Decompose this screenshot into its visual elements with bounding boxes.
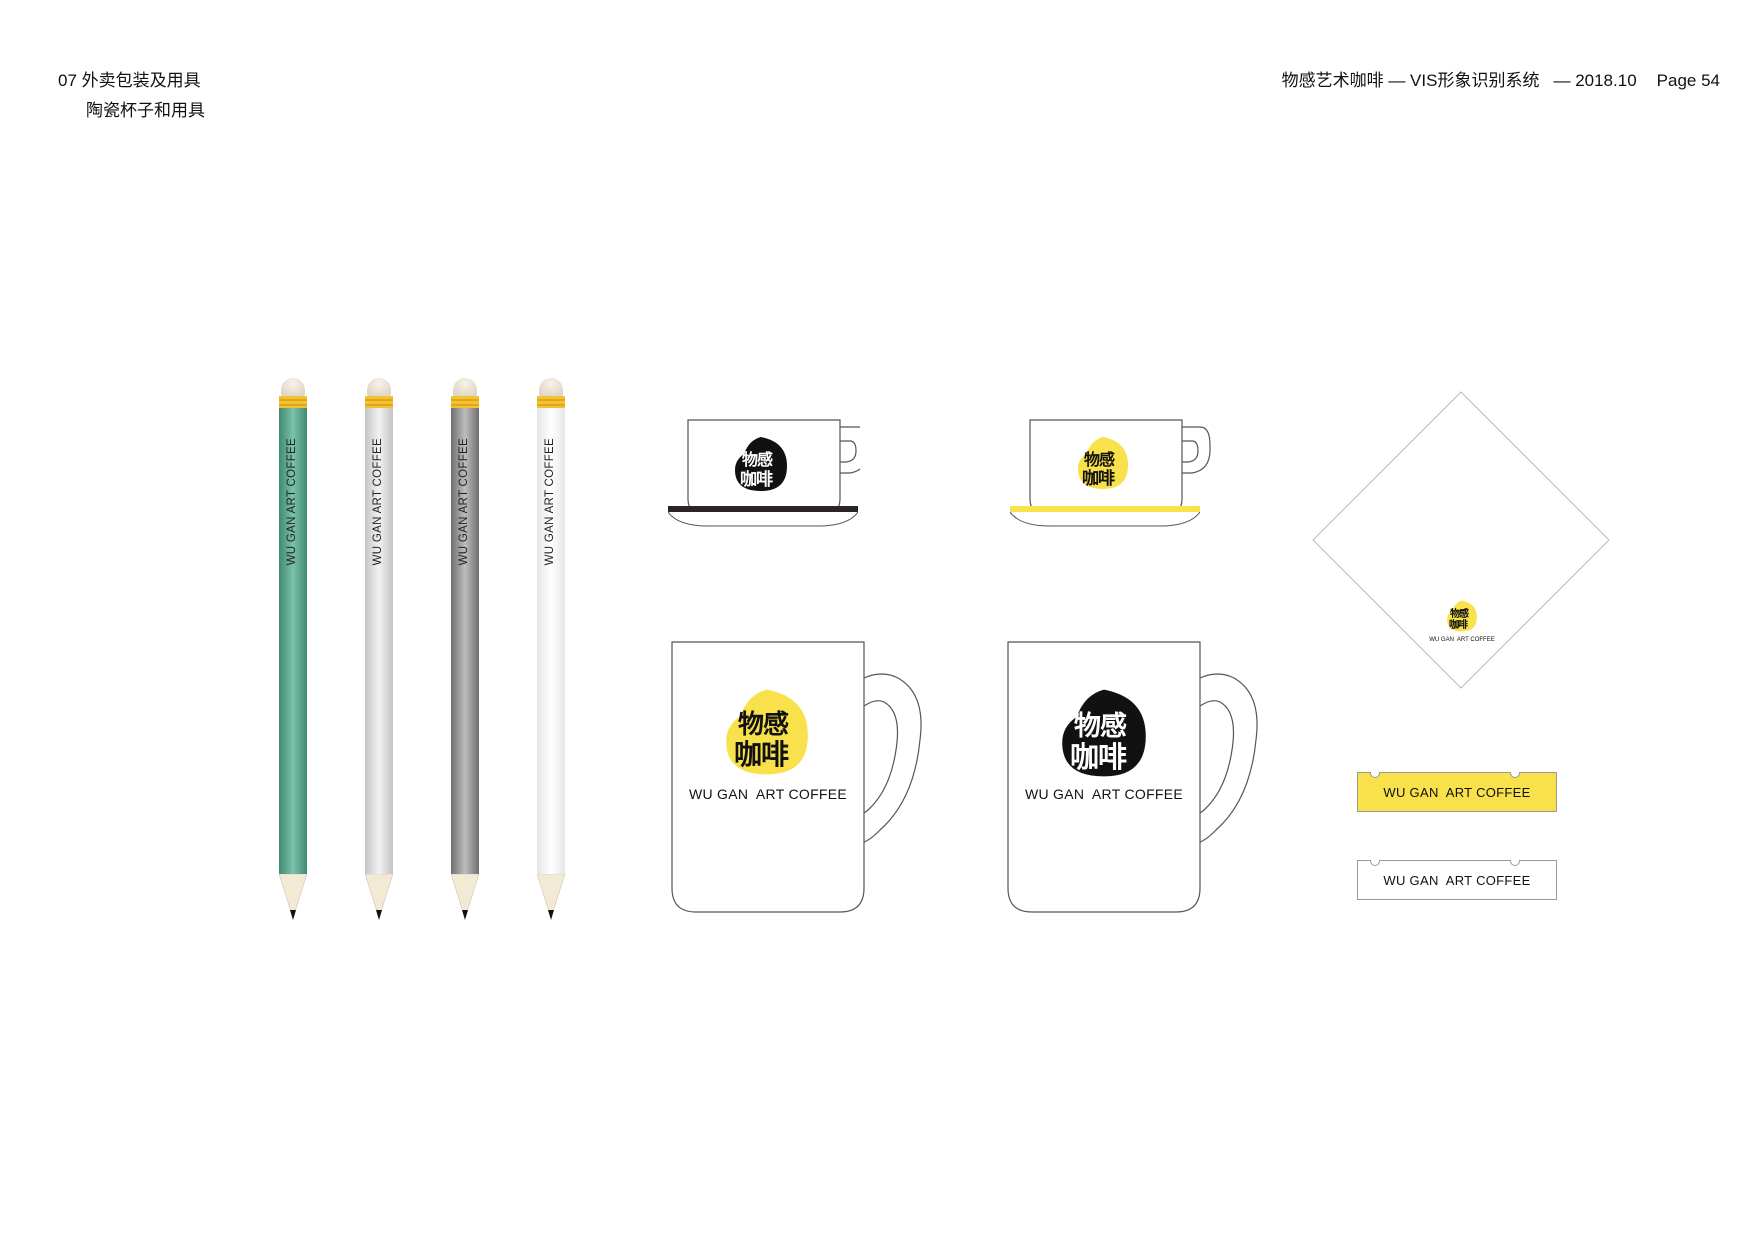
tag-label: WU GAN ART COFFEE bbox=[1383, 872, 1531, 888]
pencil-green: WU GAN ART COFFEE bbox=[279, 378, 307, 938]
saucer-yellow bbox=[1010, 506, 1200, 527]
document-header: 物感艺术咖啡 — VIS形象识别系统 — 2018.10 Page 54 bbox=[1282, 66, 1720, 96]
subsection-title: 陶瓷杯子和用具 bbox=[86, 101, 205, 120]
logo-text-line2: 咖啡 bbox=[1070, 740, 1127, 774]
pencil-text: WU GAN ART COFFEE bbox=[458, 438, 470, 566]
pencil-body: WU GAN ART COFFEE bbox=[451, 408, 479, 874]
pencil-body: WU GAN ART COFFEE bbox=[537, 408, 565, 874]
pencil-silver: WU GAN ART COFFEE bbox=[365, 378, 393, 938]
cup-logo-yellow: 物感 咖啡 bbox=[1078, 436, 1128, 490]
mug-wordmark-1: WU GAN ART COFFEE bbox=[688, 786, 848, 802]
napkin-logo: 物感 咖啡 bbox=[1447, 600, 1477, 632]
pencil-tip bbox=[537, 874, 565, 920]
pencil-body: WU GAN ART COFFEE bbox=[279, 408, 307, 874]
sleeve-tag-yellow: WU GAN ART COFFEE bbox=[1357, 772, 1557, 812]
logo-text-line2: 咖啡 bbox=[740, 470, 773, 490]
mug-black bbox=[1007, 641, 1258, 913]
pencil-tip bbox=[279, 874, 307, 920]
tag-notch bbox=[1370, 772, 1380, 778]
pencil-ferrule bbox=[451, 396, 479, 408]
pencil-eraser bbox=[367, 378, 391, 396]
tag-notch bbox=[1510, 772, 1520, 778]
pencil-body: WU GAN ART COFFEE bbox=[365, 408, 393, 874]
logo-text-line2: 咖啡 bbox=[1449, 620, 1468, 631]
sleeve-tag-white: WU GAN ART COFFEE bbox=[1357, 860, 1557, 900]
pencil-text: WU GAN ART COFFEE bbox=[544, 438, 556, 566]
mug-logo-yellow: 物感 咖啡 bbox=[726, 688, 808, 776]
pencil-ferrule bbox=[537, 396, 565, 408]
mug-wordmark-2: WU GAN ART COFFEE bbox=[1024, 786, 1184, 802]
section-heading: 07 外卖包装及用具 陶瓷杯子和用具 bbox=[58, 66, 205, 126]
cup-logo-black: 物感 咖啡 bbox=[735, 436, 787, 492]
pencil-text: WU GAN ART COFFEE bbox=[372, 438, 384, 566]
pencil-eraser bbox=[453, 378, 477, 396]
tag-label: WU GAN ART COFFEE bbox=[1383, 784, 1531, 800]
tag-notch bbox=[1370, 860, 1380, 866]
logo-text-line2: 咖啡 bbox=[734, 738, 789, 771]
pencil-eraser bbox=[281, 378, 305, 396]
pencil-white: WU GAN ART COFFEE bbox=[537, 378, 565, 938]
napkin-wordmark: WU GAN ART COFFEE bbox=[1429, 637, 1495, 643]
logo-text-line2: 咖啡 bbox=[1082, 469, 1115, 489]
page-number: Page 54 bbox=[1656, 71, 1720, 90]
mug-yellow bbox=[671, 641, 922, 913]
napkin bbox=[1312, 391, 1610, 689]
pencil-text: WU GAN ART COFFEE bbox=[286, 438, 298, 566]
saucer-dark bbox=[668, 506, 858, 527]
pencil-tip bbox=[451, 874, 479, 920]
pencil-tip bbox=[365, 874, 393, 920]
pencil-gray: WU GAN ART COFFEE bbox=[451, 378, 479, 938]
pencil-ferrule bbox=[279, 396, 307, 408]
pencil-eraser bbox=[539, 378, 563, 396]
document-title: 物感艺术咖啡 — VIS形象识别系统 bbox=[1281, 71, 1540, 90]
pencil-ferrule bbox=[365, 396, 393, 408]
document-date: — 2018.10 bbox=[1553, 71, 1637, 90]
mug-logo-black: 物感 咖啡 bbox=[1062, 688, 1146, 778]
section-title: 07 外卖包装及用具 bbox=[58, 71, 201, 90]
tag-notch bbox=[1510, 860, 1520, 866]
